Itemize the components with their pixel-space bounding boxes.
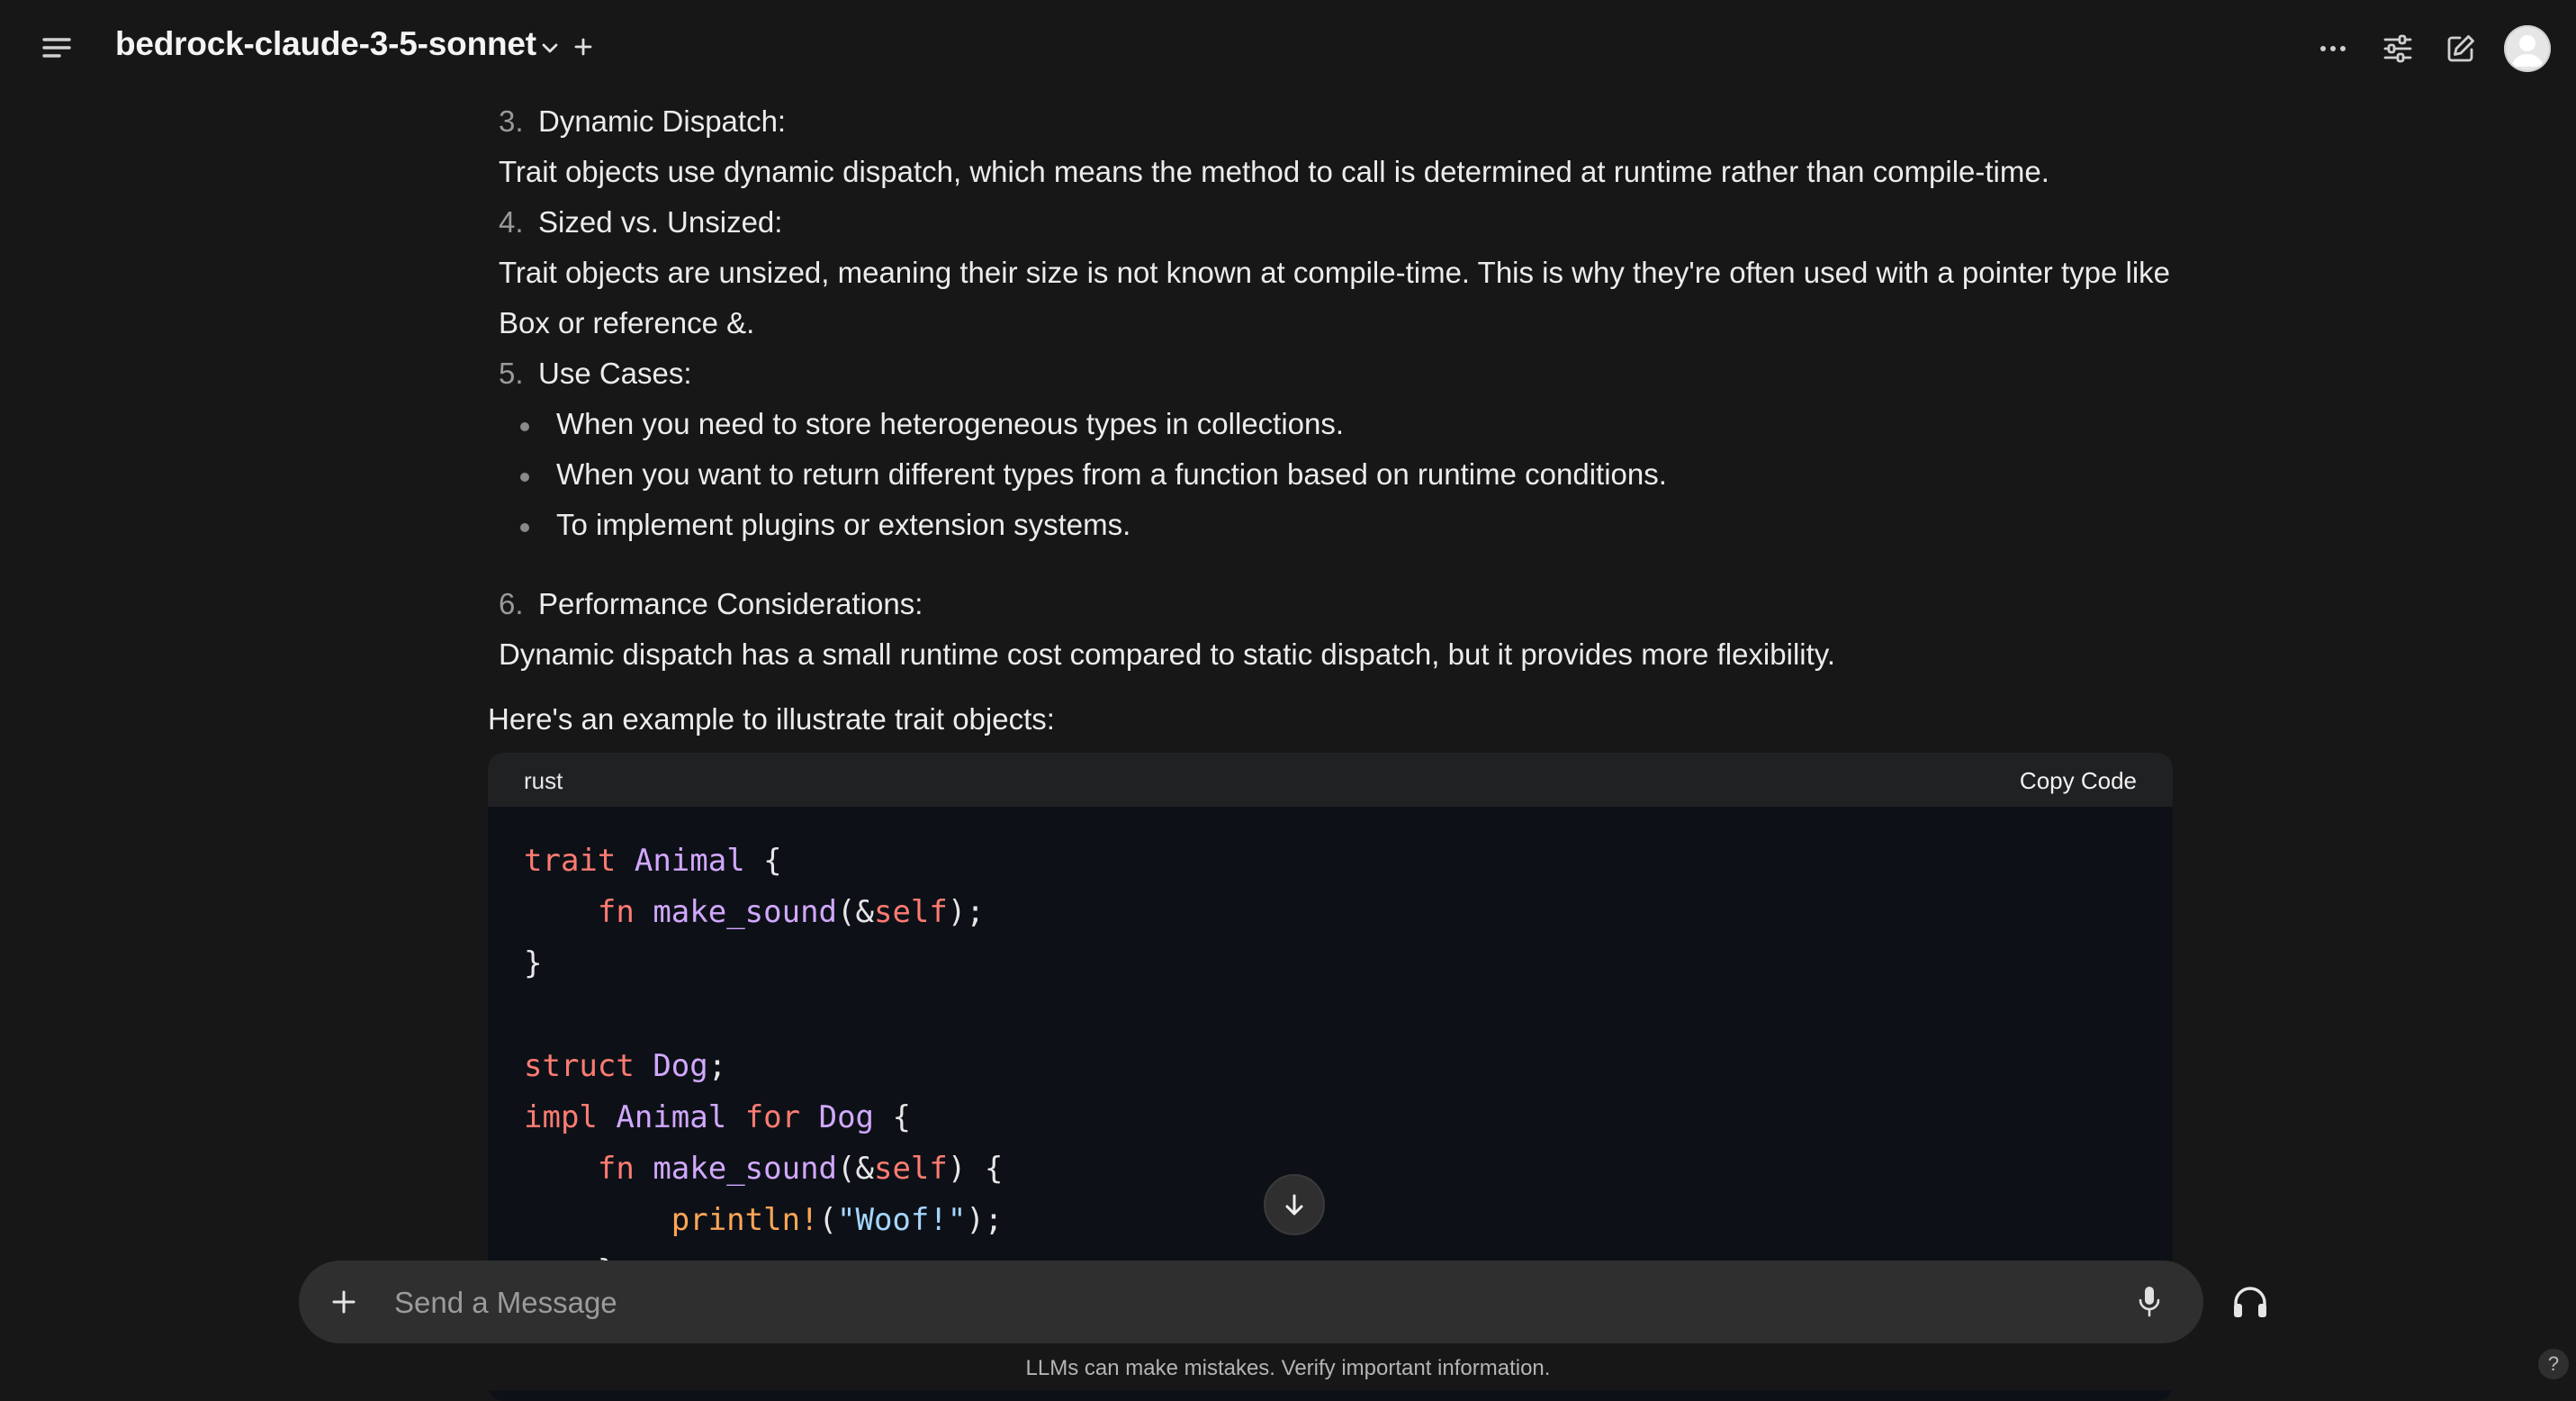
- list-item-title: Use Cases:: [538, 357, 692, 390]
- message-composer: [299, 1261, 2203, 1343]
- controls-sliders-icon[interactable]: [2378, 29, 2418, 68]
- microphone-icon[interactable]: [2130, 1282, 2169, 1322]
- list-item-title: Dynamic Dispatch:: [538, 104, 787, 138]
- bullet-item: To implement plugins or extension system…: [556, 508, 1131, 541]
- add-model-icon[interactable]: [569, 32, 598, 61]
- bullet-dot: [520, 523, 529, 532]
- voice-mode-headphones-icon[interactable]: [2227, 1279, 2274, 1325]
- menu-icon[interactable]: [40, 32, 74, 63]
- list-item-performance: 6. Performance Considerations:: [499, 587, 923, 621]
- example-intro: Here's an example to illustrate trait ob…: [488, 702, 1055, 736]
- list-number: 4.: [499, 205, 524, 239]
- bullet-item: When you want to return different types …: [556, 457, 1667, 491]
- bullet-dot: [520, 422, 529, 431]
- paragraph-line: Box or reference &.: [499, 306, 755, 339]
- code-language-label: rust: [524, 767, 563, 794]
- code-content: trait Animal { fn make_sound(&self); } s…: [524, 843, 1004, 1289]
- list-item-use-cases: 5. Use Cases:: [499, 357, 692, 391]
- list-item-sized-unsized: 4. Sized vs. Unsized:: [499, 205, 782, 240]
- list-item-dynamic-dispatch: 3. Dynamic Dispatch:: [499, 104, 786, 139]
- top-bar: bedrock-claude-3-5-sonnet: [0, 0, 2576, 97]
- message-input[interactable]: [392, 1279, 2106, 1327]
- list-item-title: Sized vs. Unsized:: [538, 205, 783, 239]
- help-button[interactable]: ?: [2538, 1349, 2569, 1379]
- model-selector-label[interactable]: bedrock-claude-3-5-sonnet: [115, 25, 536, 63]
- scroll-to-bottom-button[interactable]: [1264, 1174, 1325, 1235]
- paragraph-line: Trait objects are unsized, meaning their…: [499, 256, 2171, 289]
- list-number: 5.: [499, 357, 524, 390]
- chevron-down-icon[interactable]: [536, 34, 563, 61]
- list-number: 3.: [499, 104, 524, 138]
- code-block-header: rust Copy Code: [488, 753, 2173, 807]
- list-item-title: Performance Considerations:: [538, 587, 923, 620]
- attach-plus-icon[interactable]: [326, 1284, 362, 1320]
- bullet-dot: [520, 473, 529, 482]
- paragraph: Trait objects use dynamic dispatch, whic…: [499, 155, 2049, 188]
- arrow-down-icon: [1285, 1194, 1303, 1216]
- paragraph: Dynamic dispatch has a small runtime cos…: [499, 637, 1835, 671]
- copy-code-button[interactable]: Copy Code: [2020, 767, 2137, 795]
- disclaimer-text: LLMs can make mistakes. Verify important…: [1025, 1356, 1551, 1380]
- user-avatar-icon[interactable]: [2504, 25, 2551, 72]
- bullet-item: When you need to store heterogeneous typ…: [556, 407, 1345, 440]
- list-number: 6.: [499, 587, 524, 620]
- more-options-icon[interactable]: [2315, 31, 2351, 67]
- new-chat-edit-icon[interactable]: [2441, 29, 2481, 68]
